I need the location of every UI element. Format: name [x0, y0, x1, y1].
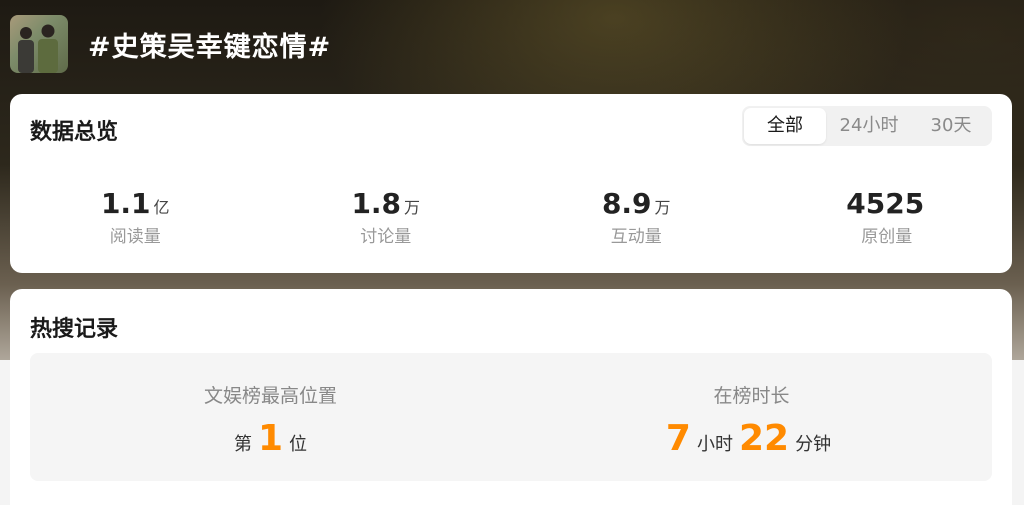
person-figure-icon [38, 24, 58, 73]
stat-value: 1.1 [100, 187, 151, 220]
tab-all[interactable]: 全部 [744, 108, 826, 144]
duration-minutes-unit: 分钟 [795, 434, 832, 455]
topic-avatar[interactable] [10, 15, 68, 73]
topic-header: #史策吴幸键恋情# [10, 15, 331, 73]
hot-search-panel: 文娱榜最高位置 第 1 位 在榜时长 7 小时 22 分钟 [30, 353, 992, 481]
hot-search-card: 热搜记录 文娱榜最高位置 第 1 位 在榜时长 7 小时 22 分钟 [10, 289, 1012, 505]
stat-label: 阅读量 [109, 227, 161, 247]
rank-suffix: 位 [289, 434, 308, 455]
stat-label: 互动量 [610, 227, 662, 247]
stat-originals: 4525 原创量 [762, 187, 1013, 247]
topic-title: #史策吴幸键恋情# [88, 31, 332, 63]
stat-unit: 万 [654, 198, 671, 217]
best-rank-block: 文娱榜最高位置 第 1 位 [30, 353, 511, 481]
stat-value: 4525 [846, 187, 925, 220]
stat-interactions: 8.9 万 互动量 [511, 187, 762, 247]
overview-title: 数据总览 [30, 120, 119, 145]
rank-value: 1 [257, 418, 284, 459]
duration-hours-unit: 小时 [696, 434, 733, 455]
stat-value: 8.9 [601, 187, 652, 220]
time-range-tabs: 全部 24小时 30天 [742, 106, 992, 146]
stat-reads: 1.1 亿 阅读量 [10, 187, 261, 247]
duration-minutes: 22 [738, 418, 790, 459]
stat-label: 原创量 [861, 227, 913, 247]
data-overview-card: 数据总览 全部 24小时 30天 1.1 亿 阅读量 1.8 万 讨论量 8.9… [10, 94, 1012, 273]
best-rank-label: 文娱榜最高位置 [203, 385, 337, 407]
stat-unit: 万 [404, 198, 421, 217]
tab-30-days[interactable]: 30天 [910, 108, 992, 144]
tab-24-hours[interactable]: 24小时 [828, 108, 910, 144]
duration-hours: 7 [665, 418, 691, 459]
rank-prefix: 第 [233, 434, 252, 455]
stats-row: 1.1 亿 阅读量 1.8 万 讨论量 8.9 万 互动量 4525 原创量 [10, 187, 1012, 247]
person-figure-icon [18, 27, 34, 73]
duration-block: 在榜时长 7 小时 22 分钟 [511, 353, 992, 481]
stat-unit: 亿 [153, 198, 170, 217]
stat-discussions: 1.8 万 讨论量 [261, 187, 512, 247]
hot-search-title: 热搜记录 [30, 317, 119, 342]
duration-label: 在榜时长 [713, 385, 790, 407]
stat-label: 讨论量 [360, 227, 412, 247]
stat-value: 1.8 [351, 187, 402, 220]
